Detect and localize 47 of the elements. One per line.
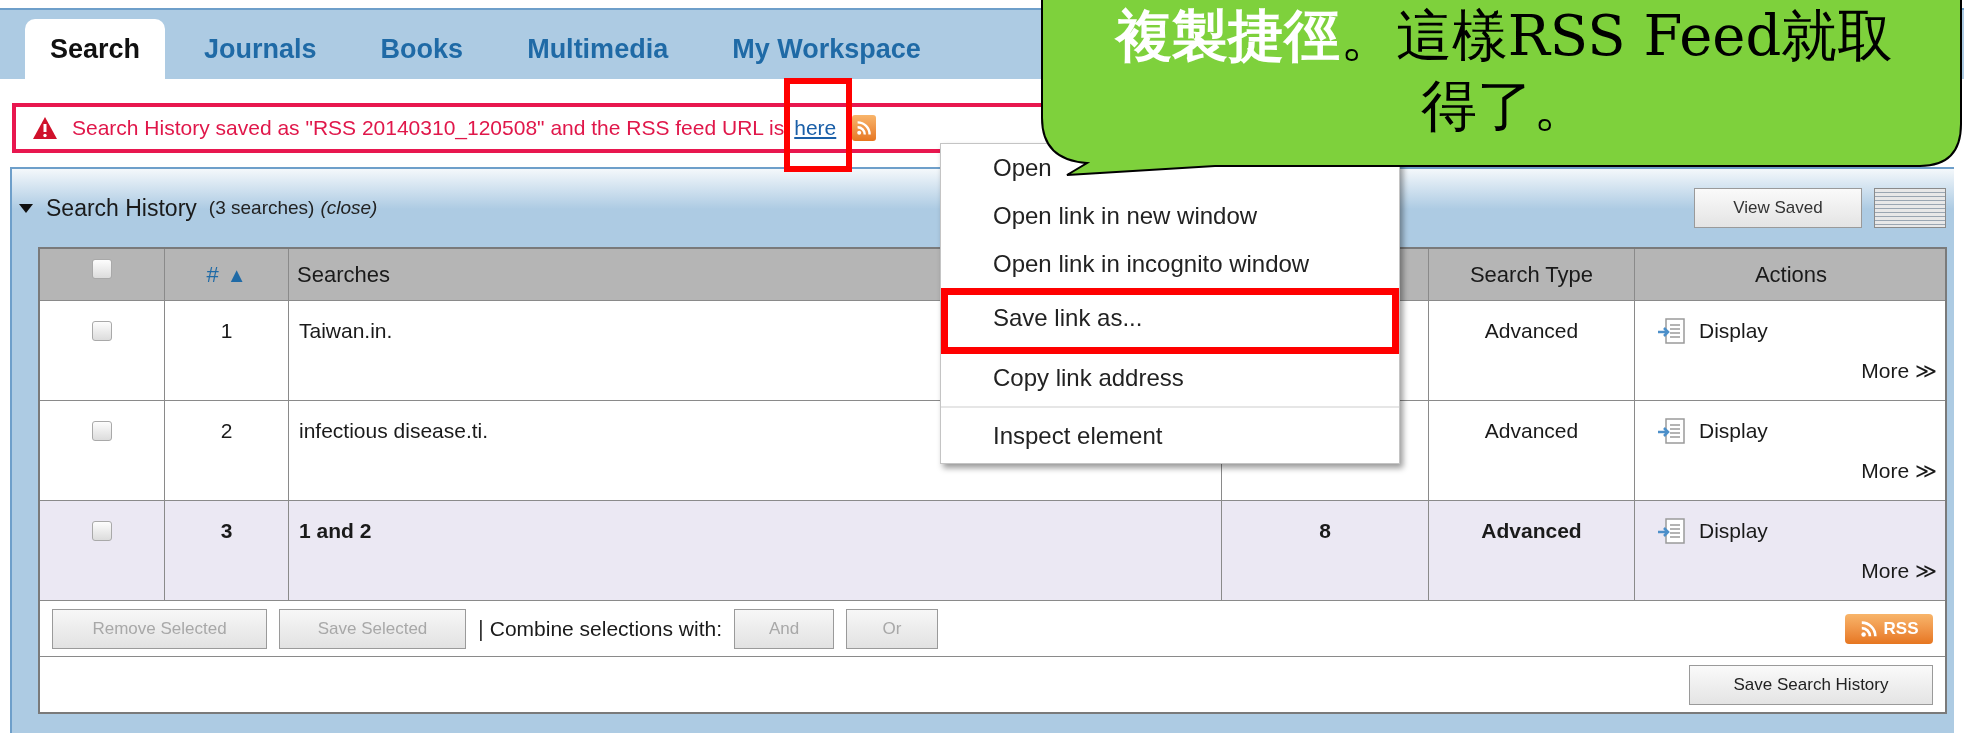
checkbox[interactable] bbox=[92, 421, 112, 441]
table-cell: 1 and 2 bbox=[299, 519, 372, 542]
column-header: Search Type bbox=[1469, 261, 1594, 289]
column-header: Actions bbox=[1754, 261, 1828, 289]
tab[interactable]: Search bbox=[25, 19, 166, 79]
rss-icon bbox=[1859, 619, 1878, 638]
collapse-icon[interactable] bbox=[18, 202, 34, 214]
menu-item[interactable]: Save link as... bbox=[941, 288, 1399, 354]
menu-item[interactable]: Copy link address bbox=[941, 354, 1399, 402]
view-saved-button[interactable]: View Saved bbox=[1694, 188, 1862, 228]
checkbox[interactable] bbox=[92, 259, 112, 279]
more-link[interactable]: More ≫ bbox=[1861, 554, 1937, 586]
table-cell-text: 3 bbox=[220, 518, 233, 544]
callout-text: 複製捷徑。這樣RSS Feed就取 得了。 bbox=[1113, 1, 1895, 140]
display-link[interactable]: Display bbox=[1699, 415, 1768, 447]
save-search-history-button[interactable]: Save Search History bbox=[1689, 664, 1933, 705]
menu-item[interactable]: Open link in new window bbox=[941, 192, 1399, 240]
document-arrow-icon bbox=[1657, 515, 1687, 546]
combine-label: Combine selections with: bbox=[489, 615, 722, 642]
document-arrow-icon bbox=[1657, 415, 1687, 446]
table-cell-text: Advanced bbox=[1484, 318, 1579, 344]
table-cell-text: Advanced bbox=[1484, 418, 1579, 444]
alert-message: Search History saved as "RSS 20140310_120508" and the RSS feed URL is bbox=[72, 115, 785, 142]
search-count: (3 searches) bbox=[208, 195, 315, 220]
rss-link[interactable]: here bbox=[794, 116, 837, 140]
more-link[interactable]: More ≫ bbox=[1861, 354, 1937, 386]
more-link[interactable]: More ≫ bbox=[1861, 454, 1937, 486]
table-cell-text: 8 bbox=[1319, 518, 1331, 544]
menu-item[interactable]: Open link in incognito window bbox=[941, 240, 1399, 288]
table-cell: Taiwan.in. bbox=[299, 319, 393, 342]
menu-item[interactable]: Inspect element bbox=[941, 412, 1399, 460]
checkbox[interactable] bbox=[92, 321, 112, 341]
checkbox[interactable] bbox=[92, 521, 112, 541]
table-cell-text: 2 bbox=[220, 418, 233, 444]
table-cell-text: Advanced bbox=[1481, 518, 1582, 544]
display-link[interactable]: Display bbox=[1699, 515, 1768, 547]
column-header: Searches bbox=[297, 261, 390, 289]
document-arrow-icon bbox=[1657, 315, 1687, 346]
rss-icon bbox=[856, 120, 873, 136]
list-view-icon[interactable] bbox=[1874, 188, 1946, 228]
display-link[interactable]: Display bbox=[1699, 315, 1768, 347]
table-cell: infectious disease.ti. bbox=[299, 419, 489, 442]
close-link[interactable]: (close) bbox=[320, 193, 378, 223]
separator-label: | bbox=[478, 615, 484, 643]
warning-icon bbox=[32, 116, 58, 140]
panel-title: Search History bbox=[46, 193, 197, 223]
table-cell-text: 1 bbox=[220, 318, 233, 344]
